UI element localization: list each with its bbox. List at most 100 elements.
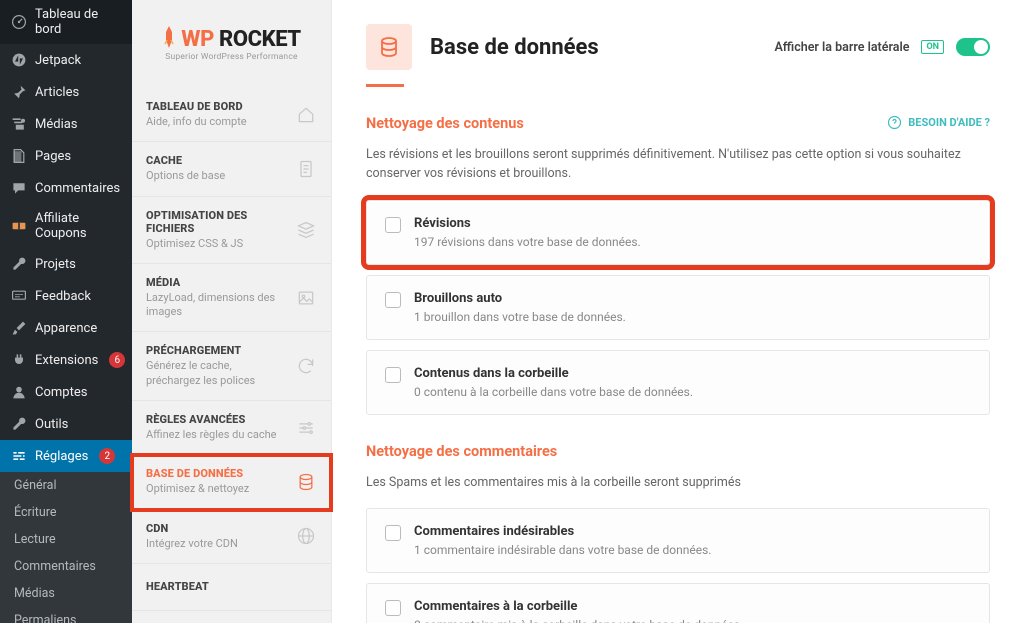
refresh-icon [295, 355, 317, 377]
doc-icon [295, 158, 317, 180]
rnav-media[interactable]: MÉDIALazyLoad, dimensions des images [132, 264, 331, 333]
sidebar-toggle-label: Afficher la barre latérale [774, 40, 909, 55]
rnav-database[interactable]: BASE DE DONNÉESOptimisez & nettoyez [132, 455, 331, 509]
wp-item-label: Pages [35, 149, 71, 164]
wp-item-tools[interactable]: Outils [0, 408, 132, 440]
image-icon [295, 287, 317, 309]
wp-item-plugins[interactable]: Extensions 6 [0, 344, 132, 376]
option-label: Contenus dans la corbeille [414, 366, 693, 381]
wrench-icon [10, 255, 28, 273]
checkbox-spam[interactable] [385, 525, 401, 541]
wp-item-users[interactable]: Comptes [0, 376, 132, 408]
dashboard-icon [10, 13, 28, 31]
checkbox-trash-comments[interactable] [385, 600, 401, 616]
wp-item-label: Comptes [35, 385, 87, 400]
wp-item-comments[interactable]: Commentaires [0, 172, 132, 204]
option-desc: 0 contenu à la corbeille dans votre base… [414, 385, 693, 399]
user-icon [10, 383, 28, 401]
help-link[interactable]: BESOIN D'AIDE ? [887, 115, 990, 130]
media-icon [10, 115, 28, 133]
option-spam: Commentaires indésirables 1 commentaire … [366, 508, 990, 573]
wp-item-posts[interactable]: Articles [0, 76, 132, 108]
wrench-icon [10, 415, 28, 433]
sliders-icon [10, 447, 28, 465]
wp-item-label: Projets [35, 257, 76, 272]
wp-item-label: Articles [35, 85, 79, 100]
settings-badge: 2 [99, 448, 115, 464]
sidebar-toggle[interactable] [956, 38, 990, 56]
option-label: Révisions [414, 216, 641, 231]
brush-icon [10, 319, 28, 337]
option-trash-comments: Commentaires à la corbeille 0 commentair… [366, 583, 990, 623]
home-icon [295, 104, 317, 126]
plugin-badge: 6 [109, 352, 125, 368]
globe-icon [295, 525, 317, 547]
pin-icon [10, 83, 28, 101]
rocket-icon [162, 26, 176, 48]
database-icon [295, 471, 317, 493]
option-desc: 197 révisions dans votre base de données… [414, 235, 641, 249]
wp-item-settings[interactable]: Réglages 2 [0, 440, 132, 472]
wp-admin-sidebar: Tableau de bord Jetpack Articles Médias … [0, 0, 132, 623]
toggle-state: ON [921, 40, 944, 54]
wp-sub-discussion[interactable]: Commentaires [0, 553, 132, 580]
section-title-comments: Nettoyage des commentaires [366, 443, 990, 460]
rnav-rules[interactable]: RÈGLES AVANCÉESAffinez les règles du cac… [132, 401, 331, 455]
jetpack-icon [10, 51, 28, 69]
wp-item-pages[interactable]: Pages [0, 140, 132, 172]
comment-icon [10, 179, 28, 197]
checkbox-revisions[interactable] [385, 217, 401, 233]
option-label: Commentaires indésirables [414, 524, 711, 539]
wp-settings-submenu: Général Écriture Lecture Commentaires Mé… [0, 472, 132, 623]
wp-item-label: Médias [35, 117, 78, 132]
main-content: Base de données Afficher la barre latéra… [332, 0, 1024, 623]
wp-item-media[interactable]: Médias [0, 108, 132, 140]
rnav-files[interactable]: OPTIMISATION DES FICHIERSOptimisez CSS &… [132, 197, 331, 264]
wprocket-logo: WP ROCKET Superior WordPress Performance [132, 20, 331, 66]
wp-item-label: Feedback [35, 289, 91, 304]
feedback-icon [10, 287, 28, 305]
wp-item-label: Outils [35, 417, 68, 432]
wp-sub-writing[interactable]: Écriture [0, 499, 132, 526]
rnav-heartbeat[interactable]: HEARTBEAT [132, 564, 331, 611]
option-desc: 1 commentaire indésirable dans votre bas… [414, 543, 711, 557]
option-label: Brouillons auto [414, 291, 626, 306]
option-revisions: Révisions 197 révisions dans votre base … [366, 200, 990, 265]
wp-item-label: Commentaires [35, 181, 120, 196]
page-icon [10, 147, 28, 165]
option-desc: 0 commentaire mis à la corbeille dans vo… [414, 618, 743, 623]
wp-item-label: Apparence [35, 321, 97, 336]
wp-item-jetpack[interactable]: Jetpack [0, 44, 132, 76]
wp-item-label: Tableau de bord [35, 7, 122, 37]
wp-item-affiliate[interactable]: Affiliate Coupons [0, 204, 132, 248]
wprocket-nav: WP ROCKET Superior WordPress Performance… [132, 0, 332, 623]
wp-sub-permalinks[interactable]: Permaliens [0, 607, 132, 623]
rnav-cache[interactable]: CACHEOptions de base [132, 142, 331, 196]
wp-item-feedback[interactable]: Feedback [0, 280, 132, 312]
wp-item-label: Affiliate Coupons [35, 211, 122, 241]
checkbox-autodrafts[interactable] [385, 292, 401, 308]
wp-sub-general[interactable]: Général [0, 472, 132, 499]
wp-item-label: Réglages [35, 449, 88, 464]
rnav-preload[interactable]: PRÉCHARGEMENTGénérez le cache, précharge… [132, 332, 331, 401]
wp-sub-media[interactable]: Médias [0, 580, 132, 607]
rnav-cdn[interactable]: CDNIntégrez votre CDN [132, 510, 331, 564]
wp-item-dashboard[interactable]: Tableau de bord [0, 0, 132, 44]
sliders-icon [295, 417, 317, 439]
rnav-dashboard[interactable]: TABLEAU DE BORDAide, info du compte [132, 88, 331, 142]
database-icon [366, 24, 412, 70]
wp-sub-reading[interactable]: Lecture [0, 526, 132, 553]
checkbox-trash[interactable] [385, 367, 401, 383]
wp-item-label: Jetpack [35, 53, 81, 68]
wp-item-appearance[interactable]: Apparence [0, 312, 132, 344]
layers-icon [295, 219, 317, 241]
section-desc-comments: Les Spams et les commentaires mis à la c… [366, 474, 990, 493]
option-trash: Contenus dans la corbeille 0 contenu à l… [366, 350, 990, 415]
wp-item-projects[interactable]: Projets [0, 248, 132, 280]
heart-icon [295, 576, 317, 598]
option-autodrafts: Brouillons auto 1 brouillon dans votre b… [366, 275, 990, 340]
plugin-icon [10, 351, 28, 369]
accent-rule [366, 84, 404, 87]
wp-item-label: Extensions [35, 353, 98, 368]
section-desc-content: Les révisions et les brouillons seront s… [366, 146, 990, 184]
